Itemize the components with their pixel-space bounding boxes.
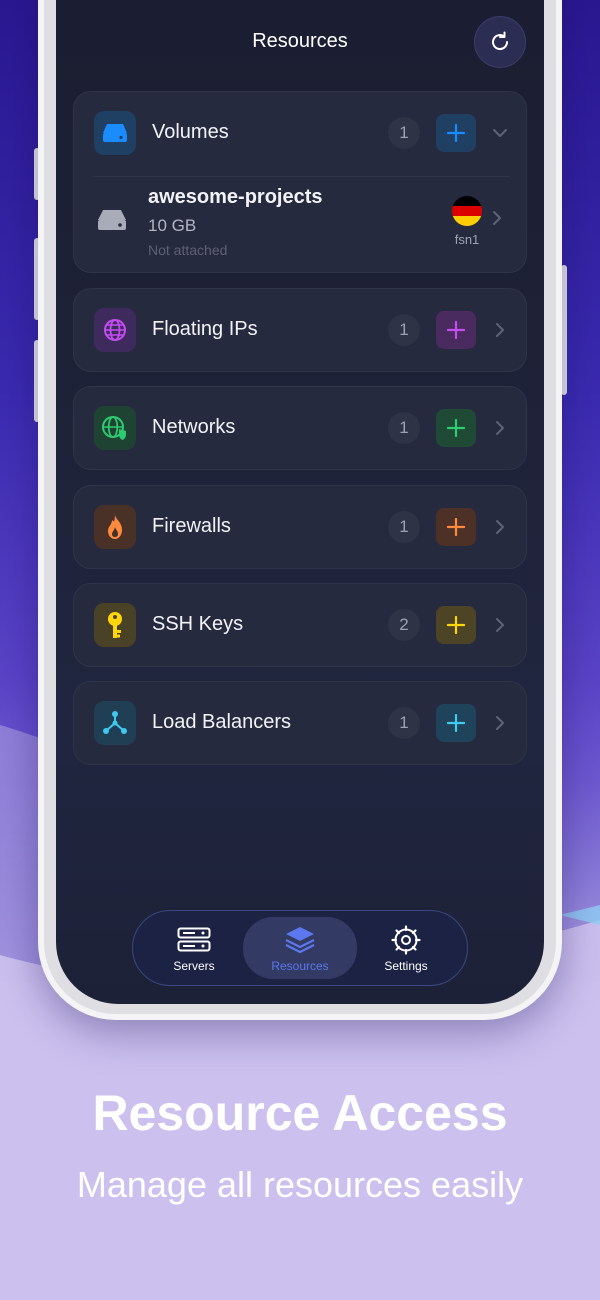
- networks-count-badge: 1: [388, 412, 420, 444]
- tab-settings[interactable]: Settings: [349, 917, 463, 979]
- load-balancers-count-badge: 1: [388, 707, 420, 739]
- volume-name: awesome-projects: [148, 186, 323, 208]
- tab-bar: Servers Resources Settings: [132, 910, 468, 986]
- chevron-right-icon: [490, 711, 510, 735]
- volume-size: 10 GB: [148, 216, 197, 235]
- tab-label: Servers: [173, 959, 215, 973]
- floating-ips-label: Floating IPs: [152, 318, 258, 340]
- volume-status: Not attached: [148, 242, 228, 258]
- plus-icon: [447, 124, 465, 142]
- plus-icon: [447, 419, 465, 437]
- ssh-keys-label: SSH Keys: [152, 613, 244, 635]
- plus-icon: [447, 321, 465, 339]
- globe-icon: [94, 308, 136, 352]
- germany-flag-icon: [452, 196, 482, 226]
- flame-icon: [94, 505, 136, 549]
- chevron-right-icon: [490, 416, 510, 440]
- refresh-button[interactable]: [474, 16, 526, 68]
- server-rack-icon: [137, 925, 251, 955]
- promo-subheadline: Manage all resources easily: [76, 1164, 524, 1205]
- ssh-keys-count-badge: 2: [388, 609, 420, 641]
- add-ssh-key-button[interactable]: [436, 606, 476, 644]
- volume-location: fsn1: [454, 232, 480, 247]
- volumes-label: Volumes: [152, 121, 229, 143]
- load-balancers-card[interactable]: Load Balancers 1: [73, 681, 527, 765]
- chevron-right-icon: [490, 318, 510, 342]
- load-balancer-icon: [94, 701, 136, 745]
- volumes-count-badge: 1: [388, 117, 420, 149]
- plus-icon: [447, 714, 465, 732]
- add-load-balancer-button[interactable]: [436, 704, 476, 742]
- page-title: Resources: [252, 30, 348, 52]
- promo-headline: Resource Access: [92, 1085, 508, 1141]
- layers-icon: [243, 925, 357, 955]
- volume-list-item[interactable]: awesome-projects 10 GB Not attached fsn1: [74, 176, 528, 272]
- collapse-toggle[interactable]: [490, 121, 510, 145]
- add-floating-ip-button[interactable]: [436, 311, 476, 349]
- gear-icon: [349, 925, 463, 955]
- add-volume-button[interactable]: [436, 114, 476, 152]
- firewalls-label: Firewalls: [152, 515, 231, 537]
- tab-label: Resources: [271, 959, 329, 973]
- chevron-right-icon: [493, 211, 501, 225]
- firewalls-count-badge: 1: [388, 511, 420, 543]
- networks-label: Networks: [152, 416, 236, 438]
- chevron-right-icon: [490, 515, 510, 539]
- key-icon: [94, 603, 136, 647]
- networks-card[interactable]: Networks 1: [73, 386, 527, 470]
- tab-resources[interactable]: Resources: [243, 917, 357, 979]
- network-shield-icon: [94, 406, 136, 450]
- floating-ips-count-badge: 1: [388, 314, 420, 346]
- load-balancers-label: Load Balancers: [152, 711, 291, 733]
- add-firewall-button[interactable]: [436, 508, 476, 546]
- volumes-header[interactable]: Volumes 1: [74, 92, 528, 174]
- plus-icon: [447, 616, 465, 634]
- volumes-card: Volumes 1 awesome-projects 10 GB Not att…: [73, 91, 527, 273]
- drive-icon: [94, 111, 136, 155]
- chevron-right-icon: [490, 613, 510, 637]
- add-network-button[interactable]: [436, 409, 476, 447]
- ssh-keys-card[interactable]: SSH Keys 2: [73, 583, 527, 667]
- firewalls-card[interactable]: Firewalls 1: [73, 485, 527, 569]
- refresh-icon: [492, 31, 509, 51]
- drive-icon: [98, 210, 126, 230]
- chevron-down-icon: [493, 129, 507, 137]
- plus-icon: [447, 518, 465, 536]
- phone-screen: Resources Volumes 1 awesome-projects 10 …: [56, 0, 544, 1004]
- divider: [92, 176, 510, 177]
- tab-label: Settings: [384, 959, 428, 973]
- tab-servers[interactable]: Servers: [137, 917, 251, 979]
- floating-ips-card[interactable]: Floating IPs 1: [73, 288, 527, 372]
